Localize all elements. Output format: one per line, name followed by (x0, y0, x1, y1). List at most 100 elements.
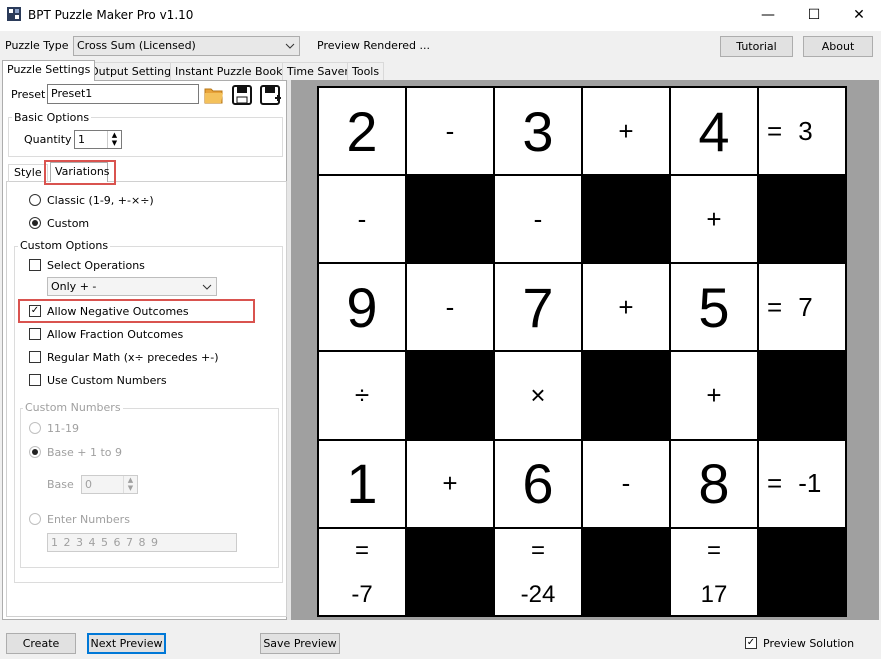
puzzle-black-cell (406, 527, 494, 616)
save-preview-button[interactable]: Save Preview (260, 633, 340, 654)
save-as-icon[interactable] (259, 84, 283, 106)
basic-options-title: Basic Options (12, 111, 92, 124)
custom-options-title: Custom Options (18, 239, 111, 252)
enter-numbers-radio[interactable] (29, 513, 41, 525)
puzzle-black-cell (406, 175, 494, 264)
custom-radio[interactable] (29, 217, 41, 229)
puzzle-number-cell: 6 (494, 439, 582, 528)
puzzle-number-cell: 8 (670, 439, 758, 528)
use-custom-numbers-checkbox[interactable] (29, 374, 41, 386)
puzzle-col-result: = 17 (670, 527, 758, 616)
puzzle-operator-cell: + (670, 351, 758, 440)
select-operations-label: Select Operations (47, 259, 145, 272)
puzzle-operator-cell: - (406, 263, 494, 352)
maximize-button[interactable]: ☐ (791, 0, 837, 31)
preset-input[interactable]: Preset1 (47, 84, 199, 104)
range-11-19-radio[interactable] (29, 422, 41, 434)
classic-radio[interactable] (29, 194, 41, 206)
puzzle-type-label: Puzzle Type (5, 39, 69, 52)
operations-select[interactable]: Only + - (47, 277, 217, 296)
puzzle-number-cell: 4 (670, 87, 758, 176)
subtab-style[interactable]: Style (8, 164, 48, 182)
tab-output-settings[interactable]: Output Settings (85, 62, 182, 80)
base-label: Base (47, 478, 74, 491)
puzzle-operator-cell: + (582, 87, 670, 176)
puzzle-operator-cell: - (494, 175, 582, 264)
folder-open-icon[interactable] (203, 84, 225, 106)
status-text: Preview Rendered ... (317, 39, 430, 52)
app-icon (7, 7, 21, 21)
puzzle-black-cell (758, 175, 846, 264)
stepper-arrows[interactable]: ▲ ▼ (123, 476, 137, 493)
puzzle-grid: 2-3 +4 = 3- - +9-7 +5 = 7 ÷ × +1 +6-8 = -1 = -7 = -24 = 17 (317, 86, 847, 617)
base-value: 0 (85, 478, 92, 491)
puzzle-operator-cell: × (494, 351, 582, 440)
preview-solution-checkbox[interactable]: ✓ (745, 637, 757, 649)
minimize-button[interactable]: — (745, 0, 791, 31)
close-button[interactable]: ✕ (836, 0, 881, 31)
puzzle-operator-cell: - (582, 439, 670, 528)
puzzle-row-result: = -1 (758, 439, 846, 528)
puzzle-number-cell: 7 (494, 263, 582, 352)
classic-label: Classic (1-9, +-×÷) (47, 194, 154, 207)
save-icon[interactable] (231, 84, 253, 106)
puzzle-operator-cell: + (582, 263, 670, 352)
stepper-arrows[interactable]: ▲ ▼ (107, 131, 121, 148)
puzzle-type-select[interactable]: Cross Sum (Licensed) (73, 36, 300, 56)
highlight-variations (44, 160, 116, 185)
quantity-value: 1 (78, 133, 85, 146)
tab-tools[interactable]: Tools (347, 62, 385, 80)
enter-numbers-label: Enter Numbers (47, 513, 130, 526)
about-button[interactable]: About (803, 36, 873, 57)
custom-numbers-title: Custom Numbers (23, 401, 123, 414)
highlight-allow-negative (18, 299, 255, 323)
allow-fraction-label: Allow Fraction Outcomes (47, 328, 184, 341)
puzzle-operator-cell: + (406, 439, 494, 528)
title-bar: BPT Puzzle Maker Pro v1.10 — ☐ ✕ (0, 0, 881, 31)
chevron-down-icon (285, 43, 295, 49)
numbers-input[interactable]: 1 2 3 4 5 6 7 8 9 (47, 533, 237, 552)
base-plus-radio[interactable] (29, 446, 41, 458)
puzzle-operator-cell: ÷ (318, 351, 406, 440)
chevron-down-icon (202, 284, 212, 290)
custom-label: Custom (47, 217, 90, 230)
next-preview-button[interactable]: Next Preview (87, 633, 166, 654)
puzzle-number-cell: 9 (318, 263, 406, 352)
tab-time-saver[interactable]: Time Saver (282, 62, 354, 80)
base-plus-label: Base + 1 to 9 (47, 446, 123, 459)
puzzle-black-cell (582, 527, 670, 616)
operations-value: Only + - (51, 280, 97, 293)
allow-fraction-checkbox[interactable] (29, 328, 41, 340)
puzzle-row-result: = 3 (758, 87, 846, 176)
preset-label: Preset (11, 88, 46, 101)
regular-math-checkbox[interactable] (29, 351, 41, 363)
puzzle-col-result: = -24 (494, 527, 582, 616)
puzzle-black-cell (406, 351, 494, 440)
puzzle-black-cell (758, 527, 846, 616)
puzzle-number-cell: 2 (318, 87, 406, 176)
puzzle-row-result: = 7 (758, 263, 846, 352)
puzzle-black-cell (582, 351, 670, 440)
tab-instant-puzzle-books[interactable]: Instant Puzzle Books (170, 62, 294, 80)
puzzle-number-cell: 1 (318, 439, 406, 528)
quantity-stepper[interactable]: 1 ▲ ▼ (74, 130, 122, 149)
puzzle-type-value: Cross Sum (Licensed) (77, 39, 196, 52)
quantity-label: Quantity (24, 133, 72, 146)
select-operations-checkbox[interactable] (29, 259, 41, 271)
tab-puzzle-settings[interactable]: Puzzle Settings (2, 60, 96, 81)
puzzle-col-result: = -7 (318, 527, 406, 616)
base-stepper[interactable]: 0 ▲ ▼ (81, 475, 138, 494)
puzzle-black-cell (758, 351, 846, 440)
puzzle-operator-cell: - (406, 87, 494, 176)
window-title: BPT Puzzle Maker Pro v1.10 (28, 8, 194, 22)
regular-math-label: Regular Math (x÷ precedes +-) (47, 351, 219, 364)
puzzle-black-cell (582, 175, 670, 264)
range-11-19-label: 11-19 (47, 422, 79, 435)
create-button[interactable]: Create (6, 633, 76, 654)
puzzle-number-cell: 3 (494, 87, 582, 176)
puzzle-number-cell: 5 (670, 263, 758, 352)
tutorial-button[interactable]: Tutorial (720, 36, 793, 57)
use-custom-numbers-label: Use Custom Numbers (47, 374, 167, 387)
puzzle-operator-cell: - (318, 175, 406, 264)
puzzle-operator-cell: + (670, 175, 758, 264)
